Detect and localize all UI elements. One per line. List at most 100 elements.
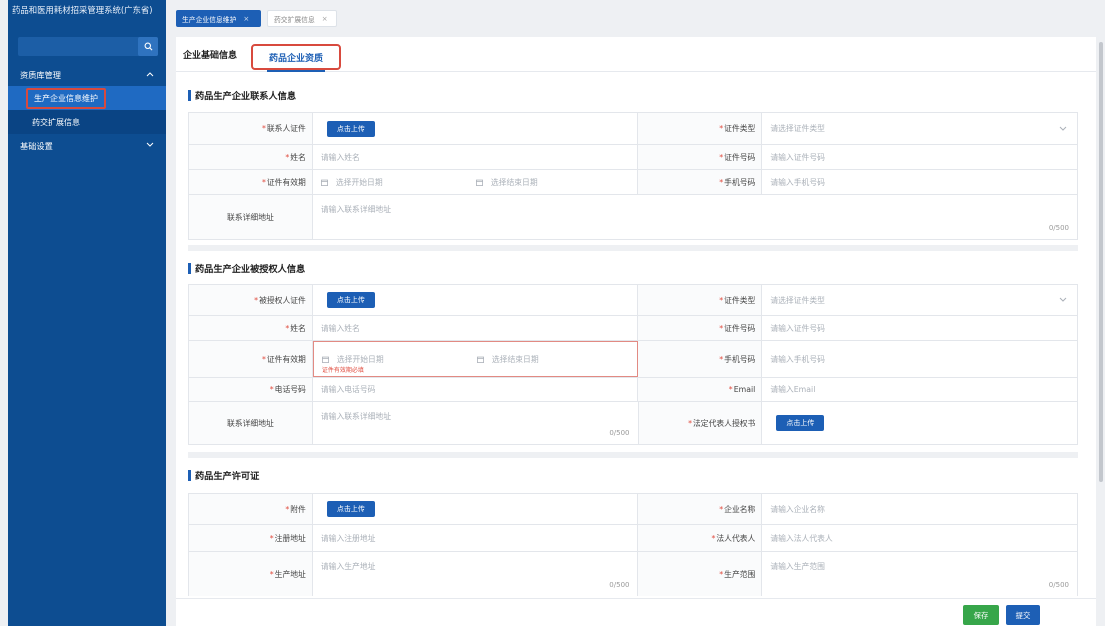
page-scrollbar[interactable] — [1099, 42, 1103, 482]
field-value: 点击上传 — [313, 113, 639, 144]
tel-input[interactable]: 请输入电话号码 — [313, 378, 639, 401]
chevron-down-icon — [1059, 297, 1067, 302]
section-title-authorized: 药品生产企业被授权人信息 — [188, 261, 305, 275]
calendar-icon — [320, 179, 328, 186]
authorized-form: * 被授权人证件 点击上传 * 证件类型 请选择证件类型 * 姓名 请输入姓名 * 证件… — [188, 284, 1078, 445]
form-row: * 联系人证件 点击上传 * 证件类型 请选择证件类型 — [189, 113, 1077, 145]
chevron-up-icon — [146, 72, 154, 77]
field-label: * 证件号码 — [638, 316, 763, 340]
prod-address-textarea[interactable]: 请输入生产地址 0/500 — [313, 552, 639, 596]
menu-group-label: 基础设置 — [20, 141, 53, 151]
form-row: 联系详细地址 请输入联系详细地址 0/500 * 法定代表人授权书 点击上传 — [189, 402, 1077, 444]
char-counter: 0/500 — [609, 581, 630, 589]
upload-button[interactable]: 点击上传 — [326, 120, 375, 137]
cert-type-select[interactable]: 请选择证件类型 — [762, 113, 1077, 144]
calendar-icon — [476, 356, 484, 363]
chevron-down-icon — [146, 142, 154, 147]
tab-basic-info[interactable]: 企业基础信息 — [183, 48, 237, 61]
legal-rep-input[interactable]: 请输入法人代表人 — [762, 525, 1077, 551]
field-label: * 被授权人证件 — [189, 285, 313, 315]
section-divider — [188, 452, 1078, 458]
name-input[interactable]: 请输入姓名 — [313, 145, 639, 169]
start-date-input[interactable]: 选择开始日期 — [320, 177, 476, 188]
field-value: 点击上传 — [313, 285, 639, 315]
mobile-input[interactable]: 请输入手机号码 — [762, 170, 1077, 194]
main-content: 企业基础信息 药品企业资质 药品生产企业联系人信息 * 联系人证件 点击上传 * 证… — [176, 37, 1096, 626]
field-label: * Email — [638, 378, 763, 401]
form-row: * 生产地址 请输入生产地址 0/500 * 生产范围 请输入生产范围 0/500 — [189, 552, 1077, 596]
field-label: * 法人代表人 — [638, 525, 763, 551]
address-textarea[interactable]: 请输入联系详细地址 0/500 — [313, 195, 1077, 239]
field-value: 点击上传 — [762, 402, 1077, 444]
field-label: * 电话号码 — [189, 378, 313, 401]
field-label: * 生产范围 — [638, 552, 763, 596]
field-label: * 生产地址 — [189, 552, 313, 596]
char-counter: 0/500 — [1048, 224, 1069, 232]
sidebar-item-producer-info[interactable]: 生产企业信息维护 — [8, 86, 166, 110]
reg-address-input[interactable]: 请输入注册地址 — [313, 525, 639, 551]
form-row: 联系详细地址 请输入联系详细地址 0/500 — [189, 195, 1077, 239]
menu-group-basic-settings[interactable]: 基础设置 — [8, 134, 166, 158]
top-tab-label: 药交扩展信息 — [274, 15, 315, 24]
field-label: * 手机号码 — [638, 170, 763, 194]
field-label: * 证件号码 — [638, 145, 763, 169]
end-date-input[interactable]: 选择结束日期 — [476, 354, 632, 365]
cert-no-input[interactable]: 请输入证件号码 — [762, 145, 1077, 169]
top-tab-producer-info[interactable]: 生产企业信息维护 × — [176, 10, 261, 27]
field-label: * 证件有效期 — [189, 341, 313, 377]
close-icon[interactable]: × — [243, 15, 249, 23]
submit-button[interactable]: 提交 — [1006, 605, 1040, 625]
sidebar-item-label: 生产企业信息维护 — [26, 87, 106, 109]
field-label: * 企业名称 — [638, 494, 763, 524]
cert-no-input[interactable]: 请输入证件号码 — [762, 316, 1077, 340]
form-row: * 证件有效期 选择开始日期 选择结束日期 * 手机号码 请输入手机号码 — [189, 170, 1077, 195]
cert-type-select[interactable]: 请选择证件类型 — [762, 285, 1077, 315]
sidebar-item-label: 药交扩展信息 — [32, 117, 80, 127]
chevron-down-icon — [1059, 126, 1067, 131]
form-row: * 姓名 请输入姓名 * 证件号码 请输入证件号码 — [189, 145, 1077, 170]
menu-group-qualification[interactable]: 资质库管理 — [8, 64, 166, 86]
contact-form: * 联系人证件 点击上传 * 证件类型 请选择证件类型 * 姓名 请输入姓名 * 证件号… — [188, 112, 1078, 240]
form-row: * 被授权人证件 点击上传 * 证件类型 请选择证件类型 — [189, 285, 1077, 316]
field-label: * 证件有效期 — [189, 170, 313, 194]
footer-actions: 保存 提交 — [176, 598, 1096, 626]
close-icon[interactable]: × — [322, 15, 328, 23]
field-label: * 手机号码 — [638, 341, 763, 377]
sub-tab-bar: 企业基础信息 药品企业资质 — [176, 37, 1096, 72]
name-input[interactable]: 请输入姓名 — [313, 316, 639, 340]
tab-drug-qualification[interactable]: 药品企业资质 — [251, 44, 341, 72]
validity-range[interactable]: 选择开始日期 选择结束日期 — [313, 170, 639, 194]
form-row: * 附件 点击上传 * 企业名称 请输入企业名称 — [189, 494, 1077, 525]
field-label: * 证件类型 — [638, 113, 763, 144]
sidebar-search — [18, 37, 158, 56]
end-date-input[interactable]: 选择结束日期 — [475, 177, 631, 188]
upload-button[interactable]: 点击上传 — [326, 501, 375, 517]
top-tab-label: 生产企业信息维护 — [182, 15, 237, 24]
company-name-input[interactable]: 请输入企业名称 — [762, 494, 1077, 524]
upload-button[interactable]: 点击上传 — [776, 415, 825, 431]
address-textarea[interactable]: 请输入联系详细地址 0/500 — [313, 402, 639, 444]
top-tab-extension-info[interactable]: 药交扩展信息 × — [267, 10, 337, 27]
section-title-contact: 药品生产企业联系人信息 — [188, 88, 296, 102]
sidebar-item-extension-info[interactable]: 药交扩展信息 — [8, 110, 166, 134]
email-input[interactable]: 请输入Email — [762, 378, 1077, 401]
field-label: * 注册地址 — [189, 525, 313, 551]
validity-range[interactable]: 选择开始日期 选择结束日期 证件有效期必填 — [312, 341, 639, 377]
validation-error: 证件有效期必填 — [321, 367, 364, 374]
mobile-input[interactable]: 请输入手机号码 — [762, 341, 1077, 377]
field-label: * 姓名 — [189, 316, 313, 340]
upload-button[interactable]: 点击上传 — [326, 292, 375, 308]
char-counter: 0/500 — [609, 429, 630, 437]
start-date-input[interactable]: 选择开始日期 — [321, 354, 477, 365]
top-tab-strip: 生产企业信息维护 × 药交扩展信息 × — [166, 0, 1105, 31]
section-title-license: 药品生产许可证 — [188, 468, 259, 482]
license-form: * 附件 点击上传 * 企业名称 请输入企业名称 * 注册地址 请输入注册地址 * 法人… — [188, 493, 1078, 596]
field-label: * 证件类型 — [638, 285, 763, 315]
sidebar-search-input[interactable] — [18, 37, 138, 56]
search-button[interactable] — [138, 37, 158, 56]
prod-scope-textarea[interactable]: 请输入生产范围 0/500 — [762, 552, 1077, 596]
search-icon — [144, 42, 153, 51]
section-divider — [188, 245, 1078, 251]
char-counter: 0/500 — [1048, 581, 1069, 589]
save-button[interactable]: 保存 — [963, 605, 999, 625]
